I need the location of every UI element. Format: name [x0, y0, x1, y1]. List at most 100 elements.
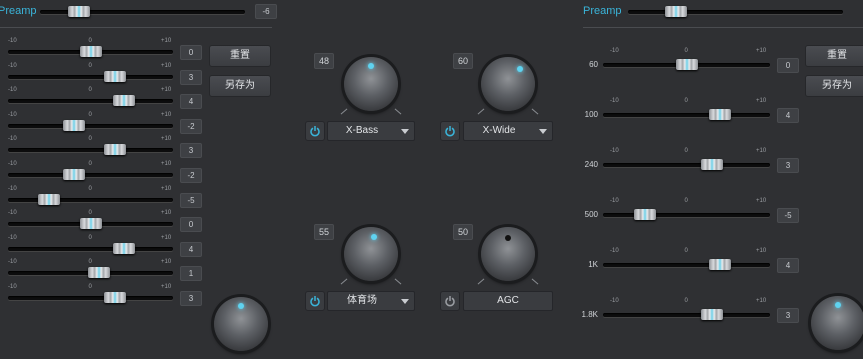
band-slider-track[interactable]	[8, 123, 173, 128]
band-slider-track[interactable]	[603, 313, 770, 317]
band-value: -5	[180, 192, 202, 208]
tick-max: +10	[161, 210, 172, 217]
band-slider-track[interactable]	[8, 148, 173, 153]
band-slider-track[interactable]	[8, 74, 173, 79]
agc-power-button[interactable]	[440, 291, 460, 311]
xwide-select[interactable]: X-Wide	[463, 121, 553, 141]
band-slider-thumb[interactable]	[87, 267, 110, 279]
tick-min: -10	[610, 248, 619, 254]
band-slider-thumb[interactable]	[700, 309, 723, 320]
band-slider-thumb[interactable]	[104, 292, 127, 303]
band-slider-track[interactable]	[8, 197, 173, 202]
band-slider-track[interactable]	[8, 296, 173, 300]
right-knob[interactable]	[803, 288, 863, 358]
band-frequency-label: 1K	[588, 260, 598, 269]
tick-min: -10	[8, 38, 17, 44]
band-slider-track[interactable]	[603, 113, 770, 117]
stadium-knob[interactable]	[336, 219, 406, 289]
tick-mid: 0	[88, 38, 92, 44]
right-reset-button[interactable]: 重置	[805, 45, 863, 67]
band-slider-thumb[interactable]	[63, 169, 85, 180]
chevron-down-icon	[539, 129, 547, 134]
band-value: 3	[777, 158, 799, 173]
tick-mid: 0	[684, 148, 688, 154]
agc-knob[interactable]	[473, 219, 543, 289]
band-slider-track[interactable]	[603, 163, 770, 167]
band-slider-thumb[interactable]	[112, 242, 135, 254]
stadium-select[interactable]: 体育场	[327, 291, 415, 311]
tick-max: +10	[756, 98, 767, 104]
right-preamp-slider-thumb[interactable]	[665, 6, 687, 17]
power-icon	[445, 126, 455, 137]
stadium-power-button[interactable]	[305, 291, 325, 311]
band-slider-thumb[interactable]	[104, 144, 127, 156]
band-frequency-label: 60	[589, 60, 598, 69]
save-as-button[interactable]: 另存为	[209, 75, 271, 97]
band-slider-track[interactable]	[8, 173, 173, 177]
agc-value: 50	[453, 224, 474, 240]
band-frequency-label: 500	[584, 210, 598, 219]
band-slider-thumb[interactable]	[675, 59, 698, 70]
tick-min: -10	[610, 98, 619, 104]
band-value: 3	[180, 291, 202, 306]
preamp-label: Preamp	[0, 5, 37, 17]
band-value: 4	[180, 94, 202, 110]
band-value: 1	[180, 266, 202, 282]
band-slider-track[interactable]	[8, 99, 173, 104]
tick-max: +10	[161, 185, 172, 192]
band-slider-track[interactable]	[603, 263, 770, 267]
xbass-select[interactable]: X-Bass	[327, 121, 415, 141]
band-slider-thumb[interactable]	[38, 193, 61, 205]
tick-min: -10	[8, 185, 17, 192]
band-slider-track[interactable]	[603, 213, 770, 217]
band-slider-thumb[interactable]	[79, 218, 102, 230]
tick-max: +10	[161, 111, 172, 118]
band-slider-thumb[interactable]	[112, 95, 135, 107]
band-slider-thumb[interactable]	[700, 159, 723, 170]
left-knob[interactable]	[206, 289, 276, 359]
tick-min: -10	[8, 161, 17, 167]
band-slider-thumb[interactable]	[79, 46, 102, 57]
band-slider-thumb[interactable]	[104, 70, 127, 82]
tick-max: +10	[161, 259, 172, 266]
power-icon	[310, 126, 320, 137]
tick-max: +10	[161, 38, 172, 44]
tick-min: -10	[8, 62, 17, 69]
band-slider-thumb[interactable]	[708, 259, 731, 270]
band-value: 0	[777, 58, 799, 73]
band-frequency-label: 240	[584, 160, 598, 169]
band-slider-thumb[interactable]	[63, 119, 85, 131]
xbass-power-button[interactable]	[305, 121, 325, 141]
power-icon	[445, 296, 455, 307]
reset-button[interactable]: 重置	[209, 45, 271, 67]
tick-max: +10	[756, 248, 767, 254]
band-slider-thumb[interactable]	[708, 109, 731, 120]
tick-max: +10	[756, 198, 767, 204]
preamp-divider	[0, 27, 272, 28]
xwide-power-button[interactable]	[440, 121, 460, 141]
right-preamp-label: Preamp	[583, 5, 622, 17]
preamp-slider-thumb[interactable]	[68, 6, 90, 17]
tick-min: -10	[8, 234, 17, 241]
tick-max: +10	[161, 234, 172, 241]
tick-mid: 0	[88, 161, 92, 167]
chevron-down-icon	[401, 129, 409, 134]
tick-mid: 0	[684, 198, 688, 204]
tick-max: +10	[161, 284, 172, 290]
right-save-as-button[interactable]: 另存为	[805, 75, 863, 97]
xbass-knob[interactable]	[336, 49, 406, 119]
band-value: -2	[180, 168, 202, 183]
band-value: 0	[180, 217, 202, 233]
agc-button[interactable]: AGC	[463, 291, 553, 311]
tick-mid: 0	[88, 136, 92, 143]
tick-mid: 0	[88, 111, 92, 118]
band-frequency-label: 1.8K	[581, 310, 598, 319]
tick-mid: 0	[684, 98, 688, 104]
band-value: 4	[180, 241, 202, 257]
xwide-knob[interactable]	[473, 49, 543, 119]
tick-min: -10	[8, 87, 17, 94]
tick-min: -10	[8, 136, 17, 143]
band-slider-track[interactable]	[8, 246, 173, 251]
band-slider-thumb[interactable]	[633, 209, 656, 220]
right-preamp-slider-track[interactable]	[628, 10, 843, 14]
